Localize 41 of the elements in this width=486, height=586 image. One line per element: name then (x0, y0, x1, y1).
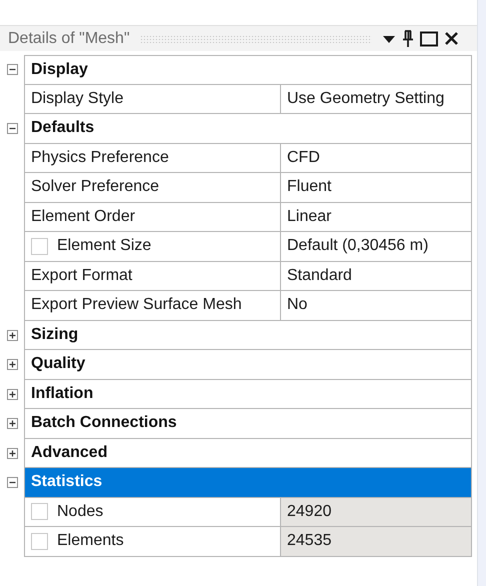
readonly-value: 24535 (281, 527, 471, 556)
group-header[interactable]: Statistics (24, 468, 472, 498)
collapse-icon[interactable] (6, 123, 18, 134)
group-header[interactable]: Display (24, 55, 472, 84)
property-label: Elements (57, 532, 124, 550)
checkbox[interactable] (31, 238, 48, 255)
group-header[interactable]: Quality (24, 350, 472, 380)
property-label: Element Order (25, 202, 281, 231)
panel-title: Details of "Mesh" (8, 30, 130, 48)
property-label: Physics Preference (25, 144, 281, 172)
pin-icon[interactable] (402, 30, 414, 48)
property-value[interactable]: Linear (281, 202, 471, 231)
collapse-icon[interactable] (6, 477, 18, 488)
collapse-icon[interactable] (6, 64, 18, 76)
close-icon[interactable] (444, 31, 459, 46)
property-label: Solver Preference (25, 173, 281, 202)
maximize-icon[interactable] (420, 30, 438, 46)
checkbox[interactable] (31, 503, 48, 520)
expand-icon[interactable] (6, 418, 18, 430)
dropdown-icon[interactable] (382, 34, 396, 44)
property-value[interactable]: Fluent (281, 173, 471, 202)
expand-icon[interactable] (6, 359, 18, 370)
property-label: Export Format (25, 262, 281, 290)
checkbox[interactable] (31, 532, 48, 550)
expand-icon[interactable] (6, 330, 18, 341)
property-value[interactable]: Standard (281, 262, 471, 290)
readonly-value: 24920 (281, 498, 471, 526)
property-label: Element Size (57, 237, 152, 256)
property-value[interactable]: Use Geometry Setting (281, 84, 471, 113)
expand-icon[interactable] (6, 448, 18, 459)
property-value[interactable]: No (281, 291, 471, 320)
expand-icon[interactable] (6, 388, 18, 400)
group-header[interactable]: Batch Connections (24, 409, 472, 438)
property-label: Nodes (57, 502, 104, 521)
property-value[interactable]: CFD (281, 144, 471, 172)
property-value[interactable]: Default (0,30456 m) (281, 232, 471, 260)
group-header[interactable]: Defaults (24, 114, 472, 144)
property-label: Display Style (25, 84, 281, 113)
property-label: Export Preview Surface Mesh (25, 291, 281, 320)
group-header[interactable]: Sizing (24, 320, 472, 350)
group-header[interactable]: Inflation (24, 380, 472, 409)
